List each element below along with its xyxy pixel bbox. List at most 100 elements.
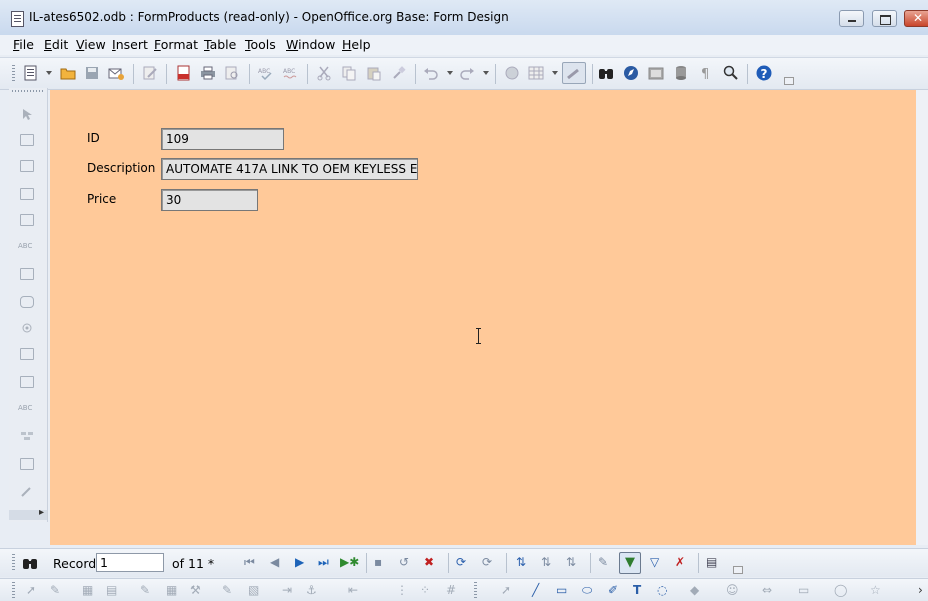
undo-icon[interactable] [423,65,439,81]
refresh-control-icon[interactable]: ⟳ [482,555,492,569]
select-arrow-icon[interactable] [20,108,34,120]
rectangle-icon[interactable]: ▭ [556,583,567,597]
open-folder-icon[interactable] [60,65,76,81]
menu-window[interactable]: Window [286,37,335,52]
draw-select-icon[interactable]: ➚ [501,583,511,597]
new-document-icon[interactable] [23,65,39,81]
label-field-icon[interactable]: ABC [18,404,32,416]
undo-dropdown-arrow[interactable] [447,71,453,75]
new-dropdown-arrow[interactable] [46,71,52,75]
form-design-icon[interactable] [20,458,34,470]
combo-box-icon[interactable] [20,376,34,388]
show-draw-functions-button[interactable] [562,62,586,84]
add-field-icon[interactable]: ▤ [106,583,117,597]
id-field[interactable]: 109 [161,128,284,150]
menu-format[interactable]: Format [154,37,198,52]
export-pdf-icon[interactable] [176,65,192,81]
close-window-button[interactable] [904,10,928,27]
open-design-mode-icon[interactable]: ⚒ [190,583,201,597]
menu-help[interactable]: Help [342,37,371,52]
autospell-icon[interactable]: ABC [283,65,299,81]
print-icon[interactable] [200,65,216,81]
formatted-field-icon[interactable] [20,268,34,280]
apply-filter-button[interactable]: ▼ [619,552,641,574]
sort-ascending-icon[interactable]: ⇅ [516,555,526,569]
copy-icon[interactable] [341,65,357,81]
vertical-scrollbar[interactable] [916,90,928,545]
toolbar-overflow-icon[interactable] [733,566,743,574]
more-controls-icon[interactable] [20,430,34,442]
reset-filter-icon[interactable]: ✗ [675,555,685,569]
checkbox-control-icon[interactable] [20,214,34,226]
text-icon[interactable]: T [633,583,641,597]
ellipse-icon[interactable]: ⬭ [582,583,592,598]
wizards-icon[interactable] [20,486,34,498]
control-properties-icon[interactable] [20,160,34,172]
toolbar-grip[interactable] [474,582,477,598]
minimize-button[interactable] [839,10,864,27]
save-icon[interactable] [84,65,100,81]
find-replace-icon[interactable] [598,65,614,81]
anchor-icon[interactable]: ⚓ [306,583,317,597]
toolbar-grip[interactable] [12,65,15,83]
grid-icon[interactable]: ⋮ [396,583,408,597]
redo-dropdown-arrow[interactable] [483,71,489,75]
price-field[interactable]: 30 [161,189,258,211]
toolbar-grip[interactable] [12,554,15,572]
send-email-icon[interactable] [108,65,124,81]
table-icon[interactable] [528,65,544,81]
first-record-icon[interactable]: ⏮ [244,555,255,570]
help-icon[interactable]: ? [756,65,772,81]
undo-record-icon[interactable]: ↺ [399,555,409,569]
print-preview-icon[interactable] [224,65,240,81]
toolbar-grip[interactable] [12,90,44,92]
alignment-icon[interactable]: ⇥ [282,583,292,597]
toolbar-grip[interactable] [12,582,15,598]
formatting-marks-icon[interactable]: ¶ [698,65,714,81]
sort-icon[interactable]: ⇅ [566,555,576,569]
toolbar-scroll-right-button[interactable] [9,507,47,520]
menu-table[interactable]: Table [204,37,236,52]
push-button-icon[interactable] [20,296,34,308]
edit-points-icon[interactable]: ▧ [248,583,259,597]
block-arrows-icon[interactable]: ⇔ [762,583,772,597]
stars-icon[interactable]: ☆ [870,583,881,597]
format-paintbrush-icon[interactable] [391,65,407,81]
delete-record-icon[interactable]: ✖ [424,555,434,569]
zoom-icon[interactable] [723,65,739,81]
menu-file[interactable]: File [13,37,34,52]
record-number-input[interactable]: 1 [96,553,164,572]
line-icon[interactable]: ╱ [532,583,539,597]
design-mode-icon[interactable] [20,134,34,146]
activation-order-icon[interactable]: ✎ [140,583,150,597]
select-arrow-icon[interactable]: ➚ [26,583,36,597]
freeform-line-icon[interactable]: ✐ [608,583,618,597]
previous-record-icon[interactable]: ◀ [270,555,279,569]
autofilter-icon[interactable]: ✎ [598,555,608,569]
next-record-icon[interactable]: ▶ [295,555,304,569]
menu-insert[interactable]: Insert [112,37,148,52]
position-size-icon[interactable]: ✎ [222,583,232,597]
toolbar-overflow-icon[interactable]: › [918,583,923,597]
edit-file-icon[interactable] [142,65,158,81]
save-record-icon[interactable]: ▪ [374,555,382,569]
menu-view[interactable]: View [76,37,106,52]
data-to-text-icon[interactable]: ▤ [706,555,717,569]
callout-shapes-icon[interactable]: ◯ [834,583,847,597]
menu-edit[interactable]: Edit [44,37,68,52]
list-box-icon[interactable] [20,348,34,360]
refresh-icon[interactable]: ⟳ [456,555,466,569]
symbol-shapes-icon[interactable]: ☺ [726,583,739,597]
maximize-button[interactable] [872,10,897,27]
navigator-icon[interactable] [504,65,520,81]
form-design-canvas[interactable]: ID 109 Description AUTOMATE 417A LINK TO… [50,90,916,545]
spellcheck-icon[interactable]: ABC [258,65,274,81]
menu-tools[interactable]: Tools [245,37,276,52]
description-field[interactable]: AUTOMATE 417A LINK TO OEM KEYLESS ENTRY [161,158,418,180]
form-properties-icon[interactable] [20,188,34,200]
control-wizard-icon[interactable]: ▦ [166,583,177,597]
guides-icon[interactable]: # [446,583,456,597]
standard-filter-icon[interactable]: ▽ [650,555,659,569]
sort-descending-icon[interactable]: ⇅ [541,555,551,569]
paste-icon[interactable] [366,65,382,81]
